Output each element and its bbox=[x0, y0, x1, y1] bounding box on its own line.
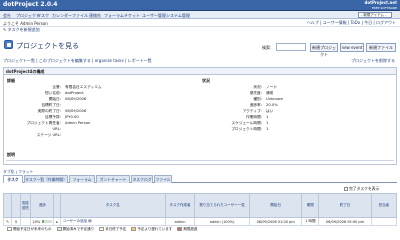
breadcrumb-links[interactable]: プロジェクト一覧 | このプロジェクトを編集する | organize task… bbox=[3, 58, 152, 63]
task-owner-cell: admin bbox=[164, 217, 196, 226]
progress-bar-fill bbox=[42, 220, 45, 223]
pin-icon[interactable]: ⚲ bbox=[11, 217, 21, 226]
menu-item-tickets[interactable]: チケット bbox=[124, 13, 140, 19]
legend-swatch-late bbox=[131, 227, 137, 231]
col-header[interactable]: 開始日 bbox=[248, 193, 303, 218]
new-file-button[interactable]: 新規ファイル bbox=[366, 43, 396, 52]
new-event-button[interactable]: new event bbox=[340, 43, 364, 52]
status-label: プロジェクト時間: bbox=[231, 127, 262, 131]
legend-swatch-future bbox=[7, 227, 12, 231]
breadcrumb: プロジェクト一覧 | このプロジェクトを編集する | organize task… bbox=[3, 58, 397, 65]
show-complete-label: 完了タスクを表示 bbox=[349, 186, 380, 191]
task-legend: 開始予定日が未来のもの 開始済みで予定通り 本日終了予定 予定より遅れています … bbox=[3, 227, 397, 233]
menu-item-calendar[interactable]: カレンダー bbox=[52, 13, 72, 19]
menu-item-companies[interactable]: 会社 bbox=[3, 13, 11, 19]
user-bar: ようこそ Admin Person ヘルプ | ユーザー情報 | ToDo | … bbox=[0, 19, 400, 27]
project-icon bbox=[4, 40, 13, 49]
col-header[interactable]: 期間 bbox=[301, 193, 320, 218]
task-table: 固定 優先 進捗 タスク名 タスク作成者 割り当てられたユーザー一覧 開始日 期… bbox=[2, 193, 398, 226]
app-title: dotProject 2.0.4 bbox=[3, 1, 58, 8]
legend-label: 開始済みで予定通り bbox=[62, 227, 95, 231]
col-header bbox=[11, 193, 21, 218]
panel-title: dotProject4の構成 bbox=[4, 68, 396, 75]
end-date-cell: 06/09/2006 05:00 pm bbox=[318, 217, 372, 226]
edit-icon[interactable]: ✎ bbox=[2, 217, 13, 226]
col-header[interactable]: タスク名 bbox=[59, 193, 166, 218]
status-value: 1 bbox=[266, 127, 269, 131]
legend-swatch-on-time bbox=[56, 227, 62, 231]
find-input[interactable] bbox=[276, 43, 306, 51]
tab-tasks[interactable]: タスク bbox=[3, 175, 23, 183]
legend-swatch-due-today bbox=[99, 227, 105, 231]
legend-label: 予定より遅れています bbox=[137, 227, 173, 231]
table-header-row: 固定 優先 進捗 タスク名 タスク作成者 割り当てられたユーザー一覧 開始日 期… bbox=[2, 193, 398, 218]
table-row[interactable]: ✎ ⚲ 20% ▸ ユーザーの追加 ▤ admin admin (100%) 0… bbox=[2, 217, 398, 226]
menu-item-tasks[interactable]: タスク bbox=[37, 13, 49, 19]
new-project-button[interactable]: 新規プロジェクト bbox=[310, 43, 338, 57]
progress-bar bbox=[42, 220, 53, 223]
menu-item-system-admin[interactable]: システム管理 bbox=[166, 13, 190, 19]
tab-gantt[interactable]: ガントチャート bbox=[96, 175, 130, 183]
menu-item-contacts[interactable]: 連絡先 bbox=[89, 13, 101, 19]
main-menu: 会社 プロジェクト タスク カレンダー ファイル 連絡先 フォーラム チケット … bbox=[0, 11, 400, 19]
project-details-panel: dotProject4の構成 詳細 状況 企業: 有限会社エスディエム 短い名前:… bbox=[3, 67, 397, 165]
col-header[interactable]: 終了日 bbox=[318, 193, 372, 218]
col-header bbox=[2, 193, 13, 218]
new-item-select[interactable]: - 新規アイテム - bbox=[358, 12, 392, 18]
app-header: dotProject 2.0.4 dotProject.net FREE SOF… bbox=[0, 0, 400, 11]
add-task-label: タスクを新規追加 bbox=[7, 27, 40, 32]
col-header[interactable]: 割り当てられたユーザー一覧 bbox=[194, 193, 250, 218]
duration-cell: 1 時間 bbox=[301, 217, 320, 226]
progress-cell: 20% bbox=[30, 217, 55, 226]
col-header[interactable]: タスク作成者 bbox=[164, 193, 196, 218]
col-header[interactable]: 進捗 bbox=[30, 193, 55, 218]
progress-text: 20% bbox=[32, 219, 41, 224]
menu-item-files[interactable]: ファイル bbox=[72, 13, 88, 19]
find-label: 検索: bbox=[262, 45, 272, 50]
description-divider bbox=[6, 160, 394, 161]
description-heading: 説明 bbox=[7, 152, 15, 157]
show-complete-checkbox[interactable] bbox=[344, 187, 348, 191]
tab-forums[interactable]: フォーラム bbox=[69, 175, 95, 183]
detail-row: ステージ URL: bbox=[7, 132, 197, 138]
menu-item-user-admin[interactable]: ユーザー管理 bbox=[142, 13, 166, 19]
legend-label: 本日終了予定 bbox=[105, 227, 127, 231]
menu-item-forums[interactable]: フォーラム bbox=[104, 13, 124, 19]
col-header[interactable]: 担当者 bbox=[370, 193, 398, 218]
log-cell bbox=[370, 217, 398, 226]
tab-bar: タスク タスク一覧（作業時間） フォーラム ガントチャート タスクログ ファイル bbox=[3, 175, 397, 183]
show-complete-filter[interactable]: 完了タスクを表示 bbox=[342, 186, 379, 192]
tab-files[interactable]: ファイル bbox=[154, 175, 172, 183]
col-header[interactable]: 固定 優先 bbox=[19, 193, 32, 218]
logo-sub: FREE SOFTWARE bbox=[371, 5, 397, 10]
legend-label: 期限超過 bbox=[183, 227, 198, 231]
priority-cell bbox=[19, 217, 32, 226]
task-name-cell[interactable]: ユーザーの追加 ▤ bbox=[59, 217, 166, 226]
start-date-cell: 06/09/2006 01:00 pm bbox=[248, 217, 303, 226]
add-task-link[interactable]: ✎ タスクを新規追加 bbox=[3, 27, 40, 33]
legend-swatch-overdue bbox=[177, 227, 183, 231]
logo-main: dotProject.net bbox=[364, 0, 397, 5]
assigned-users-cell: admin (100%) bbox=[194, 217, 250, 226]
page-title: プロジェクトを見る bbox=[16, 42, 79, 50]
app-logo: dotProject.net FREE SOFTWARE bbox=[347, 0, 397, 10]
user-links[interactable]: ヘルプ | ユーザー情報 | ToDo | 今日 | ログアウト bbox=[307, 20, 396, 26]
tab-tasks-worked[interactable]: タスク一覧（作業時間） bbox=[24, 175, 68, 183]
tab-task-logs[interactable]: タスクログ bbox=[131, 175, 153, 183]
task-name-link[interactable]: ユーザーの追加 bbox=[63, 219, 87, 223]
legend-label: 開始予定日が未来のもの bbox=[13, 227, 52, 231]
status-row: プロジェクト時間: 1 bbox=[202, 126, 392, 132]
delete-project-link[interactable]: プロジェクトを削除する bbox=[351, 58, 395, 64]
note-icon: ▤ bbox=[88, 219, 92, 223]
detail-label: ステージ URL: bbox=[36, 133, 61, 137]
